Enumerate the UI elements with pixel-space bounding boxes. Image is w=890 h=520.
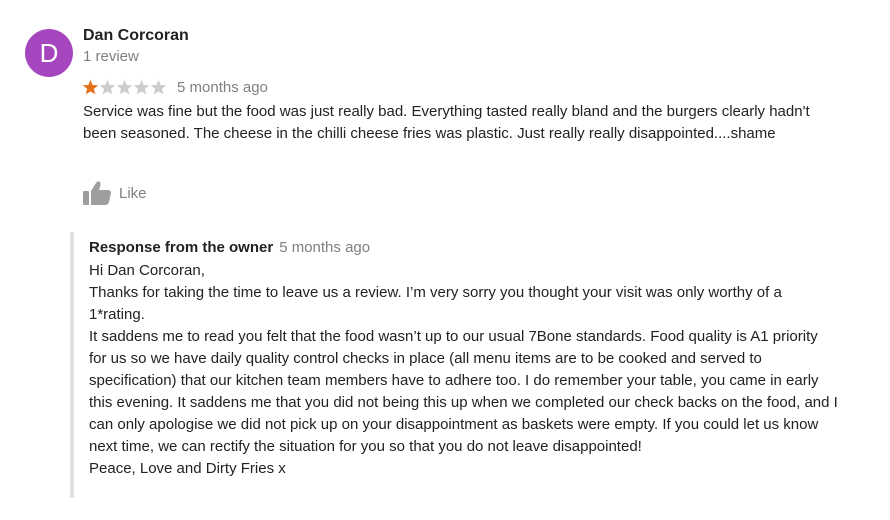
avatar-letter: D — [39, 38, 59, 68]
review-count[interactable]: 1 review — [83, 48, 139, 65]
owner-response-time: 5 months ago — [279, 239, 371, 256]
owner-response-title: Response from the owner — [89, 239, 274, 256]
star-empty-icon — [133, 79, 150, 94]
review-card: D Dan Corcoran 1 review 5 months ago Ser… — [0, 0, 890, 520]
owner-response-paragraph: Thanks for taking the time to leave us a… — [89, 284, 782, 323]
star-rating — [82, 79, 167, 96]
rating-row: 5 months ago — [82, 76, 268, 98]
owner-response-greeting: Hi Dan Corcoran, — [89, 262, 205, 279]
owner-response-body: Hi Dan Corcoran, Thanks for taking the t… — [89, 260, 839, 480]
owner-response: Response from the owner 5 months ago Hi … — [70, 232, 854, 498]
owner-response-paragraph: It saddens me to read you felt that the … — [89, 328, 838, 455]
like-button[interactable]: Like — [82, 180, 147, 206]
review-text: Service was fine but the food was just r… — [83, 103, 810, 142]
star-empty-icon — [116, 79, 133, 94]
owner-response-signoff: Peace, Love and Dirty Fries x — [89, 460, 286, 477]
star-empty-icon — [150, 79, 167, 94]
thumbs-up-icon — [83, 181, 111, 205]
reviewer-name[interactable]: Dan Corcoran — [83, 27, 189, 45]
star-empty-icon — [99, 79, 116, 94]
avatar[interactable]: D — [25, 29, 73, 77]
review-time: 5 months ago — [177, 78, 268, 96]
star-filled-icon — [82, 79, 99, 94]
like-label: Like — [119, 184, 147, 202]
owner-response-header: Response from the owner 5 months ago — [89, 239, 370, 256]
